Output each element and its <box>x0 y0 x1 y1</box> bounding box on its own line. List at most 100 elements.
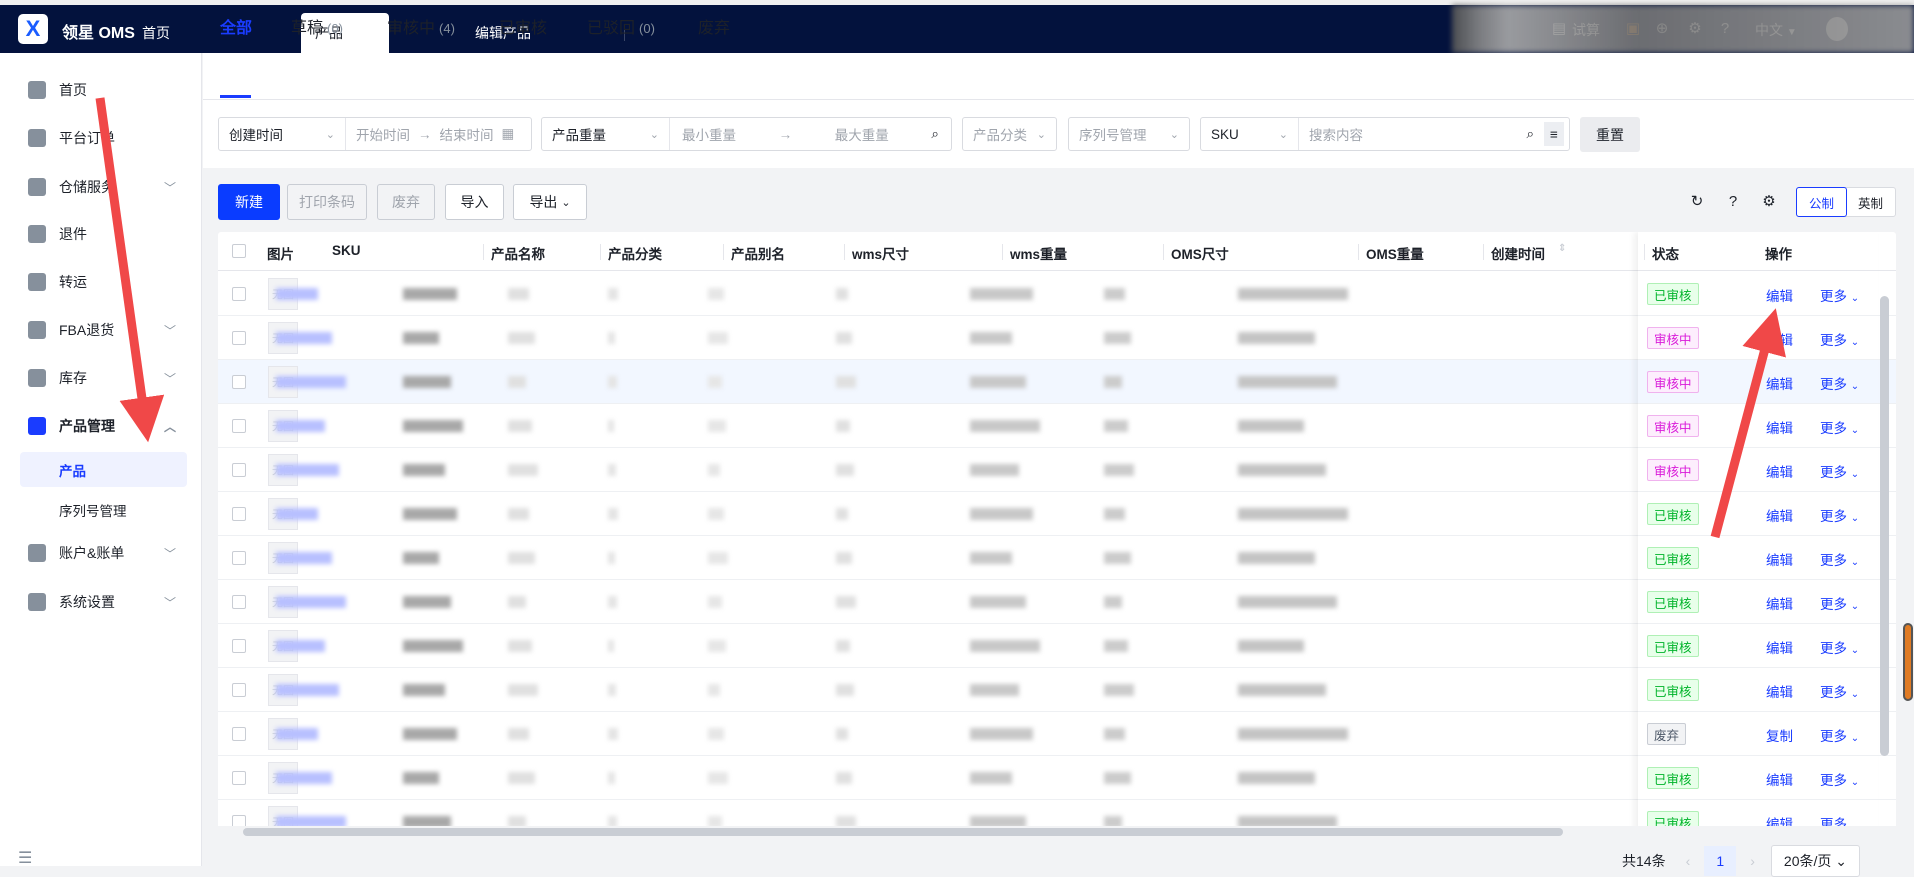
vertical-scrollbar[interactable] <box>1880 296 1889 756</box>
cell-blurred <box>508 640 532 652</box>
sidebar-item-6[interactable]: 库存 ﹀ <box>0 358 202 398</box>
sidebar-subitem-products[interactable]: 产品 <box>20 452 187 487</box>
cell-blurred <box>1238 376 1337 388</box>
next-page-icon[interactable]: › <box>1750 853 1755 869</box>
cell-blurred <box>1104 464 1134 476</box>
sku-link-blurred[interactable] <box>276 684 339 696</box>
sku-link-blurred[interactable] <box>276 376 346 388</box>
sidebar-item-8[interactable]: 账户&账单 ﹀ <box>0 533 202 573</box>
sku-link-blurred[interactable] <box>276 728 318 740</box>
category-placeholder: 产品分类 <box>973 128 1027 143</box>
sidebar-item-1[interactable]: 平台订单 <box>0 118 202 158</box>
sort-icon[interactable]: ⇕ <box>1558 243 1566 254</box>
export-label: 导出 <box>529 194 558 210</box>
search-field-select[interactable]: SKU ⌄ <box>1201 118 1299 150</box>
cell-blurred <box>836 772 852 784</box>
discard-button[interactable]: 废弃 <box>377 184 435 220</box>
date-range-input[interactable]: 开始时间 → 结束时间 ▦ <box>346 124 524 144</box>
weight-type-select[interactable]: 产品重量 ⌄ <box>542 118 670 150</box>
imperial-option[interactable]: 英制 <box>1846 188 1895 216</box>
sku-link-blurred[interactable] <box>276 596 346 608</box>
row-checkbox[interactable] <box>232 463 246 477</box>
sku-link-blurred[interactable] <box>276 640 325 652</box>
cell-blurred <box>1104 376 1122 388</box>
search-input[interactable]: 搜索内容 ⌕ <box>1299 124 1544 144</box>
refresh-icon[interactable]: ↻ <box>1688 192 1706 210</box>
status-tab-label: 草稿 <box>291 20 324 37</box>
tab-home[interactable]: 首页 <box>128 13 184 53</box>
reset-button[interactable]: 重置 <box>1580 117 1640 152</box>
search-icon[interactable]: ⌕ <box>931 126 939 142</box>
cell-blurred <box>1104 640 1128 652</box>
logo-icon[interactable]: X <box>18 14 48 44</box>
row-checkbox[interactable] <box>232 595 246 609</box>
print-barcode-button[interactable]: 打印条码 <box>287 184 367 220</box>
sku-link-blurred[interactable] <box>276 288 318 300</box>
collapse-sidebar-icon[interactable]: ☰ <box>18 848 32 868</box>
page-1-button[interactable]: 1 <box>1704 846 1737 876</box>
help-icon[interactable]: ? <box>1724 192 1742 210</box>
horizontal-scrollbar[interactable] <box>243 828 1563 836</box>
column-settings-icon[interactable]: ⚙ <box>1760 192 1778 210</box>
sku-link-blurred[interactable] <box>276 772 332 784</box>
select-all-checkbox[interactable] <box>232 244 246 258</box>
sku-link-blurred[interactable] <box>276 464 339 476</box>
row-checkbox[interactable] <box>232 419 246 433</box>
row-checkbox[interactable] <box>232 331 246 345</box>
row-checkbox[interactable] <box>232 551 246 565</box>
serial-select[interactable]: 序列号管理 ⌄ <box>1068 117 1190 151</box>
row-checkbox[interactable] <box>232 727 246 741</box>
cell-blurred <box>836 420 850 432</box>
status-tab-4[interactable]: 已驳回 (0) <box>587 14 655 38</box>
category-select[interactable]: 产品分类 ⌄ <box>962 117 1057 151</box>
cell-blurred <box>403 596 451 608</box>
sidebar-item-3[interactable]: 退件 <box>0 214 202 254</box>
row-checkbox[interactable] <box>232 771 246 785</box>
cell-blurred <box>1238 728 1348 740</box>
cell-blurred <box>508 772 535 784</box>
end-time-placeholder: 结束时间 <box>439 128 494 143</box>
row-checkbox[interactable] <box>232 683 246 697</box>
status-tab-2[interactable]: 审核中 (4) <box>387 14 455 38</box>
sku-link-blurred[interactable] <box>276 420 325 432</box>
row-checkbox[interactable] <box>232 639 246 653</box>
cell-blurred <box>970 640 1040 652</box>
sidebar-item-7[interactable]: 产品管理 ︿ <box>0 406 202 446</box>
metric-option[interactable]: 公制 <box>1796 187 1847 217</box>
row-checkbox[interactable] <box>232 287 246 301</box>
time-type-select[interactable]: 创建时间 ⌄ <box>219 118 346 150</box>
sku-link-blurred[interactable] <box>276 552 332 564</box>
transfer-icon <box>28 273 46 291</box>
page-size-select[interactable]: 20条/页 ⌄ <box>1770 845 1861 877</box>
weight-range-input[interactable]: 最小重量 → 最大重量 ⌕ <box>670 124 951 144</box>
batch-search-icon[interactable]: ≡ <box>1544 122 1564 146</box>
row-checkbox[interactable] <box>232 375 246 389</box>
import-button[interactable]: 导入 <box>445 184 504 220</box>
search-icon[interactable]: ⌕ <box>1526 126 1534 142</box>
column-divider <box>1002 244 1003 260</box>
export-button[interactable]: 导出 ⌄ <box>513 184 587 220</box>
sku-link-blurred[interactable] <box>276 508 318 520</box>
status-tab-1[interactable]: 草稿 (0) <box>291 14 343 38</box>
status-tab-5[interactable]: 废弃 <box>698 14 734 38</box>
new-button[interactable]: 新建 <box>218 184 280 220</box>
sidebar-item-9[interactable]: 系统设置 ﹀ <box>0 582 202 622</box>
page-size-label: 20条/页 <box>1783 853 1832 869</box>
sidebar-item-2[interactable]: 仓储服务 ﹀ <box>0 167 202 207</box>
sidebar-subitem-serial[interactable]: 序列号管理 <box>20 492 187 527</box>
prev-page-icon[interactable]: ‹ <box>1686 853 1691 869</box>
status-tab-3[interactable]: 已审核 <box>499 14 551 38</box>
status-tab-0[interactable]: 全部 <box>220 14 256 38</box>
column-header: 产品别名 <box>731 247 785 262</box>
time-type-label: 创建时间 <box>229 128 283 143</box>
column-header[interactable]: 创建时间 <box>1491 243 1545 263</box>
cell-blurred <box>508 376 526 388</box>
floating-widget-icon[interactable] <box>1903 623 1913 701</box>
sidebar-item-4[interactable]: 转运 <box>0 262 202 302</box>
sku-link-blurred[interactable] <box>276 332 332 344</box>
sidebar-item-0[interactable]: 首页 <box>0 70 202 110</box>
row-checkbox[interactable] <box>232 507 246 521</box>
sidebar-item-5[interactable]: FBA退货 ﹀ <box>0 310 202 350</box>
sidebar-item-label: 平台订单 <box>59 130 115 146</box>
bag-icon <box>28 417 46 435</box>
